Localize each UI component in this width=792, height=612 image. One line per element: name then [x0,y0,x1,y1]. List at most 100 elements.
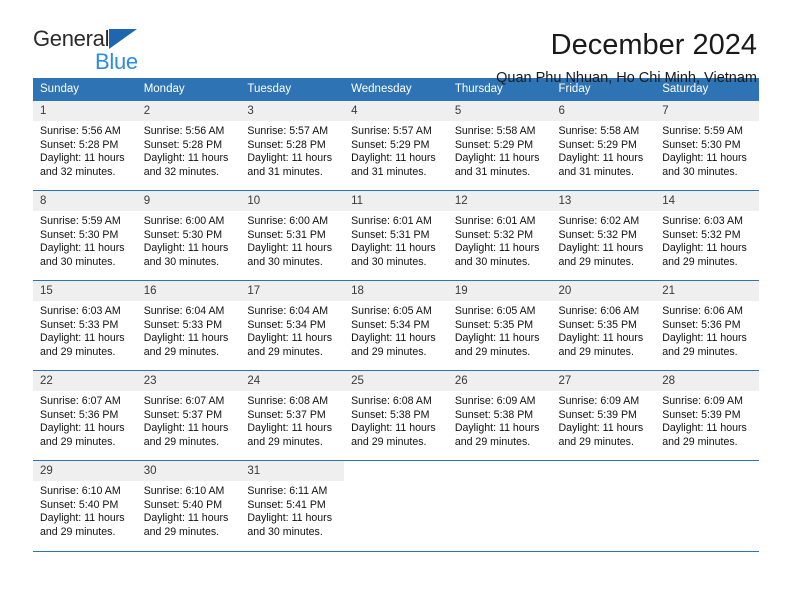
day-cell[interactable]: 10 Sunrise: 6:00 AM Sunset: 5:31 PM Dayl… [240,190,345,281]
daylight-text-line2: and 32 minutes. [40,165,116,178]
day-cell[interactable]: 25 Sunrise: 6:08 AM Sunset: 5:38 PM Dayl… [344,370,448,461]
day-number: 29 [33,461,137,481]
day-number: 27 [551,371,656,391]
day-details: Sunrise: 6:10 AM Sunset: 5:40 PM Dayligh… [33,481,137,539]
day-cell[interactable]: 4 Sunrise: 5:57 AM Sunset: 5:29 PM Dayli… [344,100,448,191]
daylight-text-line1: Daylight: 11 hours [351,332,436,345]
day-details: Sunrise: 6:00 AM Sunset: 5:30 PM Dayligh… [137,211,241,269]
daylight-text-line1: Daylight: 11 hours [558,332,644,345]
daylight-text-line1: Daylight: 11 hours [40,422,125,435]
day-details: Sunrise: 5:58 AM Sunset: 5:29 PM Dayligh… [448,121,552,179]
sunrise-text: Sunrise: 5:57 AM [247,125,329,137]
day-cell[interactable]: 6 Sunrise: 5:58 AM Sunset: 5:29 PM Dayli… [551,100,656,191]
day-cell[interactable]: 19 Sunrise: 6:05 AM Sunset: 5:35 PM Dayl… [447,280,552,371]
sunrise-text: Sunrise: 6:03 AM [662,215,743,227]
day-cell[interactable]: 23 Sunrise: 6:07 AM Sunset: 5:37 PM Dayl… [136,370,241,461]
sunset-text: Sunset: 5:37 PM [247,408,326,421]
calendar-week-row: 29 Sunrise: 6:10 AM Sunset: 5:40 PM Dayl… [33,460,759,551]
daylight-text-line2: and 30 minutes. [662,165,738,178]
day-number: 13 [551,191,656,211]
day-cell[interactable]: 18 Sunrise: 6:05 AM Sunset: 5:34 PM Dayl… [344,280,448,371]
day-cell[interactable]: 5 Sunrise: 5:58 AM Sunset: 5:29 PM Dayli… [447,100,552,191]
general-blue-logo[interactable]: General Blue [33,26,138,74]
sunrise-text: Sunrise: 6:09 AM [558,395,640,407]
daylight-text-line2: and 29 minutes. [662,435,738,448]
day-cell[interactable]: 21 Sunrise: 6:06 AM Sunset: 5:36 PM Dayl… [655,280,759,371]
sunrise-text: Sunrise: 5:57 AM [351,125,432,137]
sunset-text: Sunset: 5:31 PM [247,228,326,241]
daylight-text-line1: Daylight: 11 hours [558,152,644,165]
day-cell[interactable]: 14 Sunrise: 6:03 AM Sunset: 5:32 PM Dayl… [655,190,759,281]
day-cell[interactable]: 31 Sunrise: 6:11 AM Sunset: 5:41 PM Dayl… [240,460,345,551]
day-details: Sunrise: 6:08 AM Sunset: 5:37 PM Dayligh… [240,391,344,449]
day-cell[interactable]: 15 Sunrise: 6:03 AM Sunset: 5:33 PM Dayl… [33,280,137,371]
day-cell[interactable]: 9 Sunrise: 6:00 AM Sunset: 5:30 PM Dayli… [136,190,241,281]
sunrise-text: Sunrise: 6:08 AM [351,395,432,407]
daylight-text-line1: Daylight: 11 hours [143,422,229,435]
day-number: 10 [240,191,345,211]
daylight-text-line2: and 31 minutes. [454,165,531,178]
day-cell[interactable]: 20 Sunrise: 6:06 AM Sunset: 5:35 PM Dayl… [551,280,656,371]
sunset-text: Sunset: 5:41 PM [247,498,326,511]
day-cell[interactable]: 17 Sunrise: 6:04 AM Sunset: 5:34 PM Dayl… [240,280,345,371]
day-cell[interactable]: 28 Sunrise: 6:09 AM Sunset: 5:39 PM Dayl… [655,370,759,461]
day-cell[interactable]: 16 Sunrise: 6:04 AM Sunset: 5:33 PM Dayl… [136,280,241,371]
day-details: Sunrise: 5:56 AM Sunset: 5:28 PM Dayligh… [137,121,241,179]
day-number: 3 [240,101,345,121]
day-details: Sunrise: 6:07 AM Sunset: 5:37 PM Dayligh… [137,391,241,449]
day-number: 2 [136,101,241,121]
sunset-text: Sunset: 5:39 PM [558,408,637,421]
day-cell[interactable]: 13 Sunrise: 6:02 AM Sunset: 5:32 PM Dayl… [551,190,656,281]
daylight-text-line1: Daylight: 11 hours [662,422,747,435]
title-block: December 2024 Quan Phu Nhuan, Ho Chi Min… [496,26,757,88]
sunset-text: Sunset: 5:30 PM [40,228,119,241]
daylight-text-line1: Daylight: 11 hours [143,152,229,165]
day-number: 18 [344,281,448,301]
sunset-text: Sunset: 5:34 PM [247,318,326,331]
sunset-text: Sunset: 5:38 PM [351,408,430,421]
daylight-text-line1: Daylight: 11 hours [40,512,125,525]
sunset-text: Sunset: 5:40 PM [143,498,223,511]
day-number: 11 [344,191,448,211]
daylight-text-line2: and 30 minutes. [40,255,116,268]
day-details: Sunrise: 6:10 AM Sunset: 5:40 PM Dayligh… [137,481,241,539]
daylight-text-line1: Daylight: 11 hours [662,332,747,345]
day-cell[interactable]: 1 Sunrise: 5:56 AM Sunset: 5:28 PM Dayli… [33,100,137,191]
daylight-text-line2: and 30 minutes. [247,255,323,268]
sunset-text: Sunset: 5:29 PM [558,138,637,151]
day-details: Sunrise: 6:06 AM Sunset: 5:36 PM Dayligh… [655,301,759,359]
day-number: 6 [551,101,656,121]
day-details: Sunrise: 6:05 AM Sunset: 5:35 PM Dayligh… [448,301,552,359]
daylight-text-line2: and 29 minutes. [454,435,531,448]
sunset-text: Sunset: 5:36 PM [662,318,741,331]
sunrise-text: Sunrise: 6:02 AM [558,215,640,227]
day-cell[interactable]: 12 Sunrise: 6:01 AM Sunset: 5:32 PM Dayl… [447,190,552,281]
day-details: Sunrise: 5:59 AM Sunset: 5:30 PM Dayligh… [33,211,137,269]
day-cell[interactable]: 27 Sunrise: 6:09 AM Sunset: 5:39 PM Dayl… [551,370,656,461]
day-cell[interactable]: 30 Sunrise: 6:10 AM Sunset: 5:40 PM Dayl… [136,460,241,551]
day-cell[interactable]: 8 Sunrise: 5:59 AM Sunset: 5:30 PM Dayli… [33,190,137,281]
sunrise-text: Sunrise: 6:10 AM [143,485,225,497]
day-number: 4 [344,101,448,121]
sunrise-text: Sunrise: 5:56 AM [143,125,225,137]
daylight-text-line2: and 30 minutes. [351,255,427,268]
day-cell[interactable]: 3 Sunrise: 5:57 AM Sunset: 5:28 PM Dayli… [240,100,345,191]
sunrise-text: Sunrise: 6:00 AM [247,215,329,227]
day-cell[interactable]: 26 Sunrise: 6:09 AM Sunset: 5:38 PM Dayl… [447,370,552,461]
sunset-text: Sunset: 5:28 PM [40,138,119,151]
day-cell[interactable]: 29 Sunrise: 6:10 AM Sunset: 5:40 PM Dayl… [33,460,137,551]
sunset-text: Sunset: 5:35 PM [558,318,637,331]
day-details: Sunrise: 6:11 AM Sunset: 5:41 PM Dayligh… [240,481,344,539]
sunset-text: Sunset: 5:40 PM [40,498,119,511]
daylight-text-line1: Daylight: 11 hours [247,242,333,255]
sunset-text: Sunset: 5:29 PM [351,138,430,151]
day-cell[interactable]: 11 Sunrise: 6:01 AM Sunset: 5:31 PM Dayl… [344,190,448,281]
day-cell[interactable]: 2 Sunrise: 5:56 AM Sunset: 5:28 PM Dayli… [136,100,241,191]
day-cell[interactable]: 24 Sunrise: 6:08 AM Sunset: 5:37 PM Dayl… [240,370,345,461]
daylight-text-line2: and 29 minutes. [558,435,634,448]
day-cell[interactable]: 7 Sunrise: 5:59 AM Sunset: 5:30 PM Dayli… [655,100,759,191]
day-details: Sunrise: 6:06 AM Sunset: 5:35 PM Dayligh… [552,301,656,359]
day-cell[interactable]: 22 Sunrise: 6:07 AM Sunset: 5:36 PM Dayl… [33,370,137,461]
day-number: 16 [136,281,241,301]
sunrise-text: Sunrise: 6:05 AM [351,305,432,317]
